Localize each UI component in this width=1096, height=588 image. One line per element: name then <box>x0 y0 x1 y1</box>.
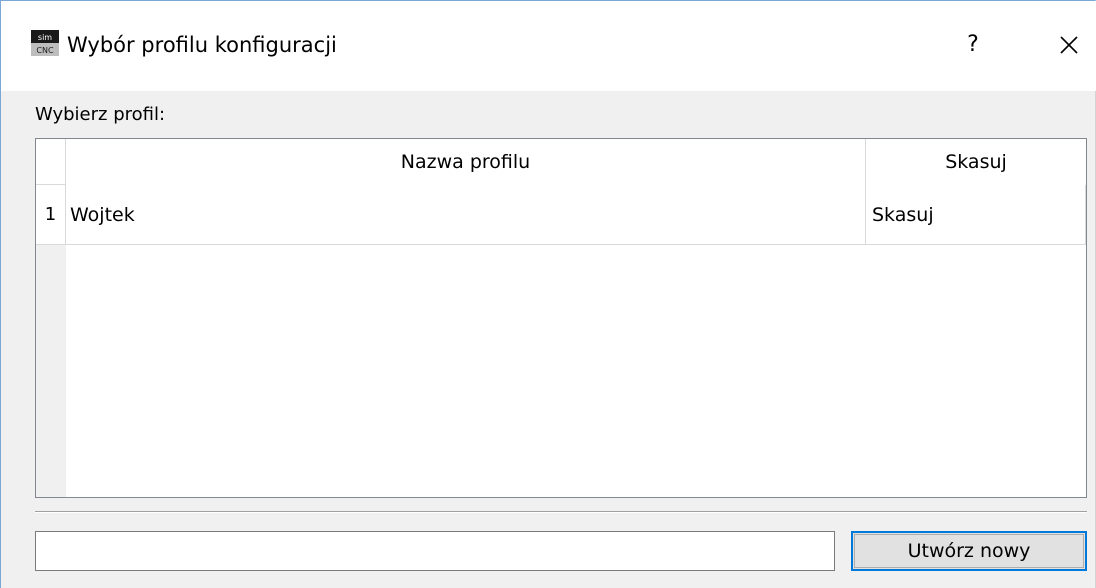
profile-name-cell[interactable]: Wojtek <box>66 185 866 245</box>
row-number-1[interactable]: 1 <box>36 185 66 245</box>
delete-profile-button[interactable]: Skasuj <box>866 185 1086 245</box>
app-icon-text-bottom: CNC <box>36 46 54 55</box>
column-header-delete[interactable]: Skasuj <box>866 139 1086 185</box>
create-button-label: Utwórz nowy <box>907 540 1031 562</box>
close-icon <box>1060 36 1078 54</box>
app-icon-text-top: sim <box>38 33 52 42</box>
help-button[interactable]: ? <box>953 27 993 63</box>
new-profile-name-input[interactable] <box>35 531 835 571</box>
close-button[interactable] <box>1049 27 1089 63</box>
create-new-profile-button[interactable]: Utwórz nowy <box>851 531 1087 571</box>
simcnc-app-icon: sim CNC <box>31 30 59 56</box>
select-profile-label: Wybierz profil: <box>35 104 166 125</box>
title-bar[interactable]: sim CNC Wybór profilu konfiguracji ? <box>1 1 1096 91</box>
window-title: Wybór profilu konfiguracji <box>67 33 337 57</box>
profiles-table[interactable]: Nazwa profilu Skasuj 1 Wojtek Skasuj <box>35 138 1087 498</box>
table-corner-cell[interactable] <box>36 139 66 185</box>
footer-separator <box>35 511 1087 513</box>
column-header-profile-name[interactable]: Nazwa profilu <box>66 139 866 185</box>
dialog-window: sim CNC Wybór profilu konfiguracji ? Wyb… <box>0 0 1096 588</box>
